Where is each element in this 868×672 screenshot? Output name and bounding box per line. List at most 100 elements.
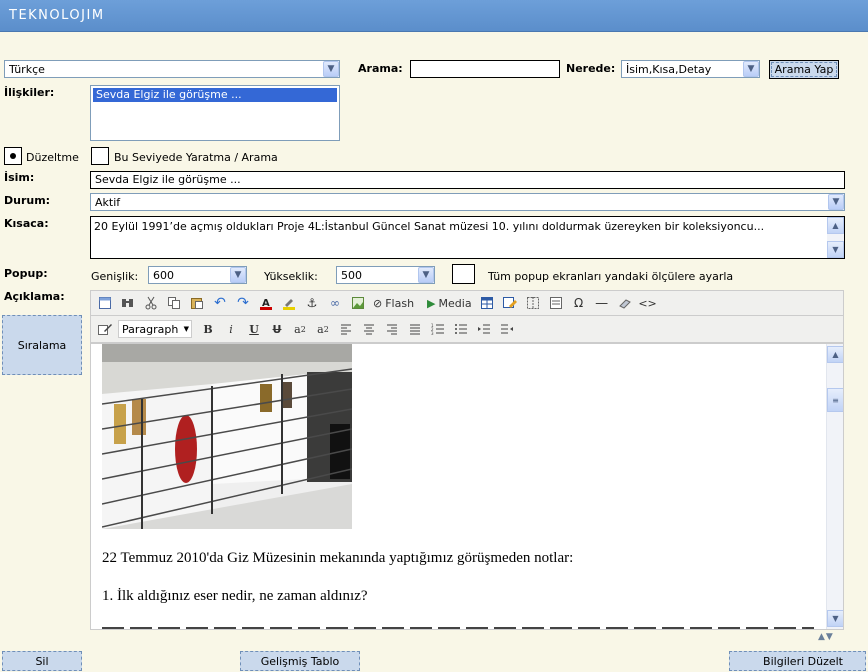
cleanup-icon[interactable] [615, 293, 635, 313]
flash-label: Flash [385, 296, 415, 310]
width-value: 600 [153, 268, 174, 282]
editor-paragraph: 22 Temmuz 2010'da Giz Müzesinin mekanınd… [102, 550, 574, 566]
language-value: Türkçe [9, 62, 45, 76]
cut-icon[interactable] [141, 293, 161, 313]
media-label: Media [438, 296, 472, 310]
app-header [0, 0, 868, 32]
search-button[interactable]: Arama Yap [769, 60, 839, 79]
create-mode-radio[interactable] [91, 147, 109, 165]
name-input[interactable]: Sevda Elgiz ile görüşme ... [90, 171, 845, 189]
editor-paragraph: 1. İlk aldığınız eser nedir, ne zaman al… [102, 588, 368, 604]
status-value: Aktif [95, 195, 121, 209]
horizontal-rule-icon[interactable]: — [592, 293, 612, 313]
edit-mode-label: Düzeltme [26, 151, 79, 164]
chevron-down-icon: ▼ [743, 61, 759, 77]
where-label: Nerede: [566, 62, 616, 75]
editor-toolbar-2: Paragraph ▼ B i U U a2 a2 123 [90, 316, 844, 343]
short-textarea[interactable]: 20 Eylül 1991’de açmış oldukları Proje 4… [90, 216, 845, 259]
chevron-down-icon: ▼ [183, 325, 189, 333]
highlight-icon[interactable] [279, 293, 299, 313]
superscript-icon[interactable]: a2 [290, 319, 310, 339]
align-justify-icon[interactable] [405, 319, 425, 339]
rich-text-editor[interactable]: 22 Temmuz 2010'da Giz Müzesinin mekanınd… [90, 343, 844, 630]
scroll-up-icon[interactable]: ▲ [827, 346, 843, 363]
height-select[interactable]: 500 ▼ [336, 266, 435, 284]
name-label: İsim: [4, 171, 35, 184]
search-input[interactable] [410, 60, 560, 78]
list-item[interactable]: Sevda Elgiz ile görüşme ... [93, 88, 337, 102]
subscript-icon[interactable]: a2 [313, 319, 333, 339]
bold-icon[interactable]: B [198, 319, 218, 339]
italic-icon[interactable]: i [221, 319, 241, 339]
media-icon: ▶ [427, 296, 436, 310]
delete-button[interactable]: Sil [2, 651, 82, 671]
numbered-list-icon[interactable]: 123 [428, 319, 448, 339]
strikethrough-icon[interactable]: U [267, 319, 287, 339]
create-mode-label: Bu Seviyede Yaratma / Arama [114, 151, 278, 164]
resize-arrows-icon[interactable]: ▲▼ [818, 632, 834, 642]
layer-icon[interactable] [546, 293, 566, 313]
undo-icon[interactable]: ↶ [210, 293, 230, 313]
svg-text:3: 3 [431, 331, 434, 335]
bullet-list-icon[interactable] [451, 319, 471, 339]
advanced-table-button[interactable]: Gelişmiş Tablo [240, 651, 360, 671]
style-icon[interactable] [95, 319, 115, 339]
editor-scrollbar[interactable]: ▲ ≡ ▼ [826, 344, 843, 629]
align-center-icon[interactable] [359, 319, 379, 339]
html-source-icon[interactable]: <> [638, 293, 658, 313]
scroll-down-icon[interactable]: ▼ [827, 610, 843, 627]
sort-button[interactable]: Sıralama [2, 315, 82, 375]
height-label: Yükseklik: [264, 270, 318, 283]
relations-label: İlişkiler: [4, 86, 55, 99]
scroll-down-icon[interactable]: ▼ [827, 241, 844, 258]
scroll-thumb[interactable]: ≡ [827, 388, 843, 412]
width-label: Genişlik: [91, 270, 139, 283]
visual-aid-icon[interactable] [523, 293, 543, 313]
flash-button[interactable]: ⊘ Flash [371, 293, 416, 313]
description-label: Açıklama: [4, 290, 65, 303]
table-props-icon[interactable] [500, 293, 520, 313]
apply-all-label: Tüm popup ekranları yandaki ölçülere aya… [488, 270, 734, 283]
where-select[interactable]: İsim,Kısa,Detay ▼ [621, 60, 760, 78]
special-char-icon[interactable]: Ω [569, 293, 589, 313]
editor-toolbar-1: ↶ ↷ A ⚓ ∞ ⊘ Flash ▶ Media Ω — <> [90, 290, 844, 316]
update-button[interactable]: Bilgileri Düzelt [729, 651, 866, 671]
underline-icon[interactable]: U [244, 319, 264, 339]
relations-list[interactable]: Sevda Elgiz ile görüşme ... [90, 85, 340, 141]
where-value: İsim,Kısa,Detay [626, 62, 712, 76]
paragraph-format-value: Paragraph [122, 322, 179, 336]
link-icon[interactable]: ∞ [325, 293, 345, 313]
align-right-icon[interactable] [382, 319, 402, 339]
redo-icon[interactable]: ↷ [233, 293, 253, 313]
paragraph-format-select[interactable]: Paragraph ▼ [118, 320, 192, 338]
image-icon[interactable] [348, 293, 368, 313]
chevron-down-icon: ▼ [323, 61, 339, 77]
scroll-up-icon[interactable]: ▲ [827, 217, 844, 234]
short-scrollbar[interactable]: ▲ ▼ [827, 217, 844, 258]
chevron-down-icon: ▼ [828, 194, 844, 210]
media-button[interactable]: ▶ Media [425, 293, 474, 313]
search-label: Arama: [358, 62, 403, 75]
anchor-icon[interactable]: ⚓ [302, 293, 322, 313]
indent-icon[interactable] [474, 319, 494, 339]
radio-dot-icon [10, 153, 16, 159]
editor-cut-text [102, 624, 814, 629]
font-color-icon[interactable]: A [256, 293, 276, 313]
outdent-icon[interactable] [497, 319, 517, 339]
apply-all-checkbox[interactable] [452, 264, 475, 284]
new-document-icon[interactable] [95, 293, 115, 313]
find-icon[interactable] [118, 293, 138, 313]
paste-icon[interactable] [187, 293, 207, 313]
copy-icon[interactable] [164, 293, 184, 313]
edit-mode-radio[interactable] [4, 147, 22, 165]
short-text: 20 Eylül 1991’de açmış oldukları Proje 4… [94, 220, 765, 233]
app-logo: TEKNOLOJIM [9, 8, 105, 23]
language-select[interactable]: Türkçe ▼ [4, 60, 340, 78]
width-select[interactable]: 600 ▼ [148, 266, 247, 284]
chevron-down-icon: ▼ [230, 267, 246, 283]
chevron-down-icon: ▼ [418, 267, 434, 283]
table-icon[interactable] [477, 293, 497, 313]
height-value: 500 [341, 268, 362, 282]
align-left-icon[interactable] [336, 319, 356, 339]
status-select[interactable]: Aktif ▼ [90, 193, 845, 211]
